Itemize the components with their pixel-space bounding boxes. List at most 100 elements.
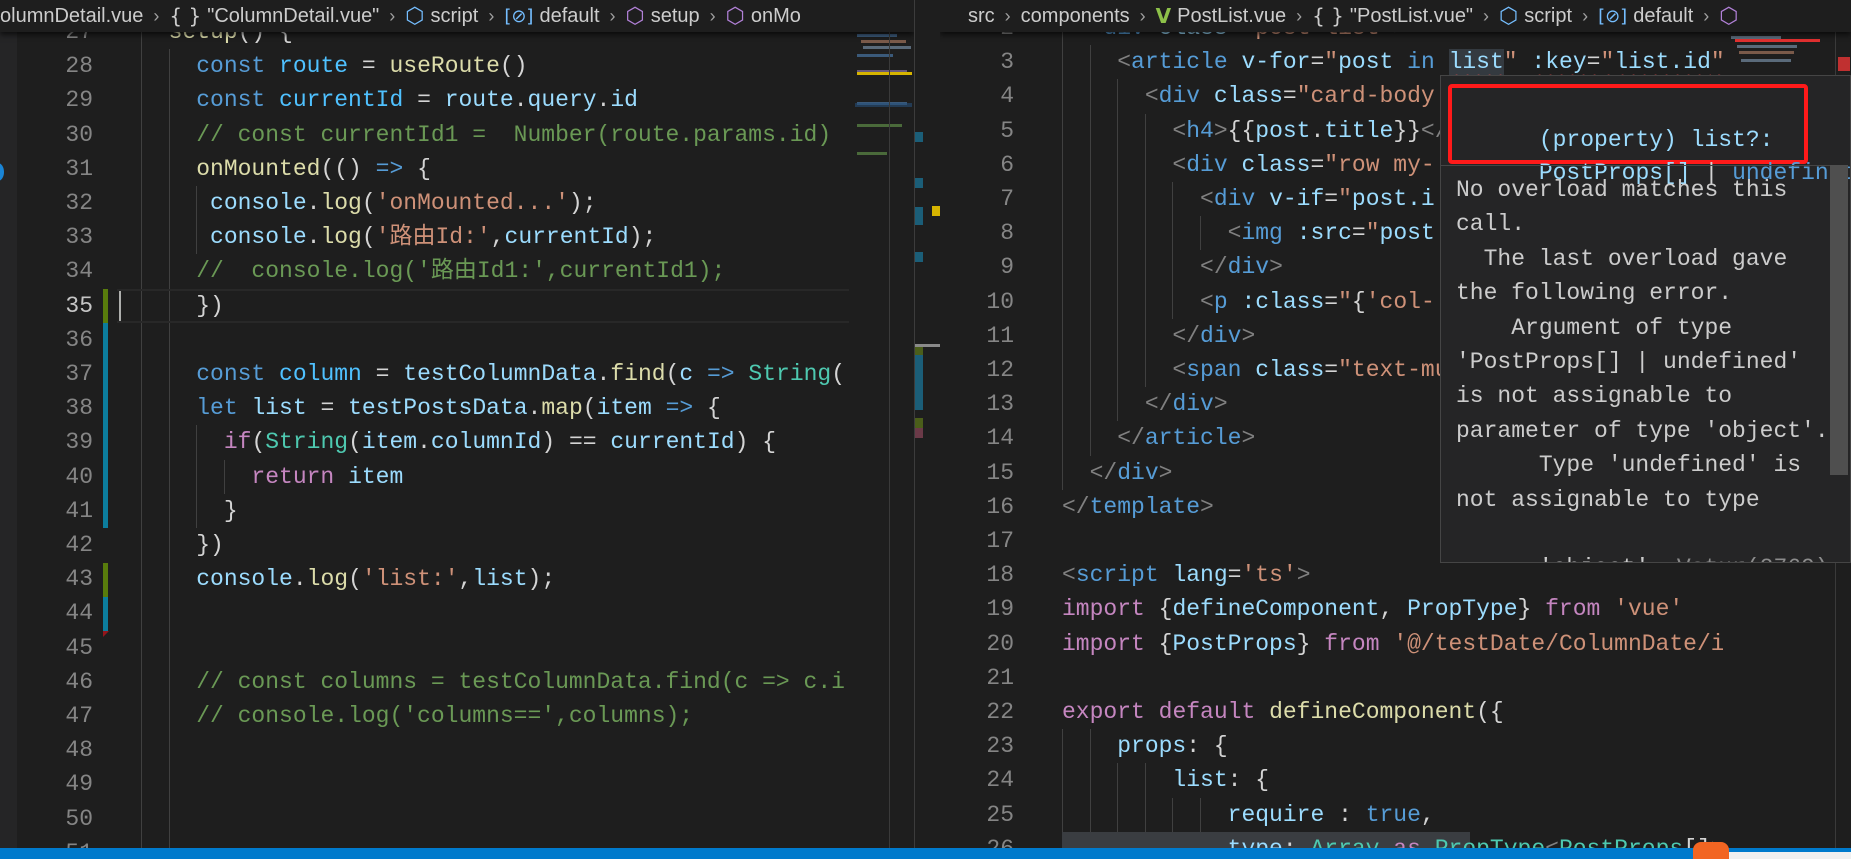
line-number: 44 — [65, 600, 93, 627]
status-bar — [0, 842, 1851, 859]
code-token: = — [1324, 357, 1339, 383]
git-added-marker[interactable] — [103, 563, 108, 597]
code-line[interactable]: const route = useRoute() — [141, 49, 527, 83]
code-line[interactable]: type: Array as PropType<PostProps[]> — [1062, 832, 1725, 848]
code-line[interactable]: }) — [141, 289, 224, 323]
code-line[interactable]: } — [141, 494, 238, 528]
code-line[interactable]: }) — [141, 528, 224, 562]
code-token: lang — [1172, 562, 1228, 589]
code-line[interactable]: </div> — [1062, 250, 1283, 284]
code-line[interactable]: <img :src="post — [1062, 216, 1435, 250]
breadcrumb-item[interactable]: ⬡ script — [405, 4, 478, 29]
code-line[interactable]: <h4>{{post.title}}</ — [1062, 114, 1448, 148]
line-number: 40 — [65, 463, 93, 490]
code-line[interactable]: list: { — [1062, 763, 1269, 797]
git-modified-marker[interactable] — [103, 323, 108, 528]
code-token: ( — [251, 429, 266, 456]
breadcrumb-item[interactable]: { } "ColumnDetail.vue" — [169, 4, 379, 28]
breadcrumb-item[interactable]: olumnDetail.vue — [0, 5, 143, 28]
code-line[interactable]: console.log('onMounted...'); — [141, 186, 597, 220]
code-line[interactable]: <span class="text-mu — [1062, 353, 1448, 387]
code-token: route — [279, 53, 349, 80]
code-line[interactable]: props: { — [1062, 729, 1227, 763]
code-line[interactable]: import {PostProps} from '@/testDate/Colu… — [1062, 627, 1766, 661]
breadcrumb-item[interactable]: ⬡ onMo — [726, 4, 801, 29]
code-token: map — [541, 395, 583, 422]
code-line[interactable]: </article> — [1062, 421, 1255, 455]
code-line[interactable]: </div> — [1062, 456, 1173, 490]
code-line[interactable]: if(String(item.columnId) == currentId) { — [141, 425, 776, 459]
indent-guide — [168, 835, 170, 848]
overview-ruler[interactable] — [889, 32, 914, 848]
code-token: < — [1172, 117, 1187, 144]
code-token: PostProps — [1559, 836, 1683, 848]
breadcrumb-label: olumnDetail.vue — [0, 4, 144, 27]
code-line[interactable]: // console.log('columns==',columns); — [141, 699, 693, 733]
line-number: 11 — [986, 322, 1014, 349]
code-token: item — [361, 429, 418, 456]
breadcrumb-item[interactable]: [⊘] default — [504, 5, 599, 28]
code-token: , — [1420, 801, 1435, 828]
code-line[interactable]: let list = testPostsData.map(item => { — [141, 391, 721, 425]
breadcrumb-item[interactable]: { } "PostList.vue" — [1312, 4, 1473, 28]
breadcrumb-item[interactable]: [⊘] default — [1598, 5, 1693, 28]
code-token: type — [1228, 836, 1283, 848]
code-token: c — [679, 361, 694, 387]
code-token: > — [1200, 493, 1214, 520]
code-line[interactable]: // const columns = testColumnData.find(c… — [141, 665, 845, 699]
code-token: }) — [141, 292, 224, 319]
code-token: query — [527, 87, 597, 114]
line-number: 18 — [986, 562, 1014, 589]
code-token: 'col- — [1365, 288, 1435, 315]
code-token: log — [320, 224, 362, 251]
code-line[interactable]: <div class="row my- — [1062, 148, 1434, 182]
code-token: script — [1075, 562, 1159, 589]
code-token: , — [458, 566, 473, 593]
git-added-marker[interactable] — [103, 289, 108, 323]
code-line[interactable]: const currentId = route.query.id — [141, 83, 638, 117]
line-number: 19 — [986, 596, 1014, 623]
code-token: ( — [348, 429, 362, 456]
code-line[interactable]: <div class="card-body — [1062, 79, 1435, 113]
line-number: 12 — [986, 357, 1014, 383]
code-token: " — [1365, 220, 1380, 247]
code-line[interactable]: return item — [141, 460, 403, 494]
code-line[interactable]: <p :class="{'col- — [1062, 285, 1435, 319]
code-line[interactable]: <div v-if="post.i — [1062, 182, 1435, 216]
git-modified-marker[interactable] — [103, 597, 108, 631]
code-line[interactable]: </div> — [1062, 319, 1255, 353]
code-line[interactable]: const column = testColumnData.find(c => … — [141, 357, 845, 391]
code-line[interactable]: console.log('list:',list); — [141, 562, 555, 596]
line-number: 50 — [65, 805, 93, 832]
code-line[interactable]: export default defineComponent({ — [1062, 695, 1504, 729]
code-line[interactable]: require : true, — [1062, 798, 1435, 832]
code-line[interactable]: console.log('路由Id:',currentId); — [141, 220, 656, 254]
left-editor[interactable]: olumnDetail.vue ›{ } "ColumnDetail.vue" › ⬡ s… — [0, 0, 914, 848]
code-line[interactable]: </div> — [1062, 387, 1228, 421]
code-token: => — [707, 361, 735, 387]
current-line-highlight — [117, 288, 914, 323]
code-token: currentId — [279, 87, 404, 114]
breadcrumb-item[interactable]: components — [1021, 5, 1130, 28]
git-deleted-marker[interactable] — [103, 631, 109, 637]
code-token: = — [403, 87, 445, 114]
indent-guide — [168, 596, 170, 631]
breadcrumb-item[interactable]: ⬡ — [1719, 4, 1738, 29]
breadcrumb-item[interactable]: src — [968, 5, 995, 28]
braces-icon: { } — [169, 4, 202, 28]
breadcrumb-item[interactable]: ⬡ script — [1499, 4, 1572, 29]
code-line[interactable]: onMounted(() => { — [141, 152, 431, 186]
breadcrumb-item[interactable]: V PostList.vue — [1156, 4, 1286, 28]
hover-scrollbar[interactable] — [1830, 165, 1848, 475]
code-line[interactable]: <script lang='ts'> — [1062, 558, 1311, 592]
code-line[interactable]: import {defineComponent, PropType} from … — [1062, 592, 1683, 626]
code-line[interactable]: </template> — [1062, 490, 1214, 524]
breadcrumb-item[interactable]: ⬡ setup — [626, 4, 700, 29]
code-line[interactable]: // const currentId1 = Number(route.param… — [141, 118, 831, 152]
code-line[interactable]: // console.log('路由Id1:',currentId1); — [141, 254, 725, 288]
